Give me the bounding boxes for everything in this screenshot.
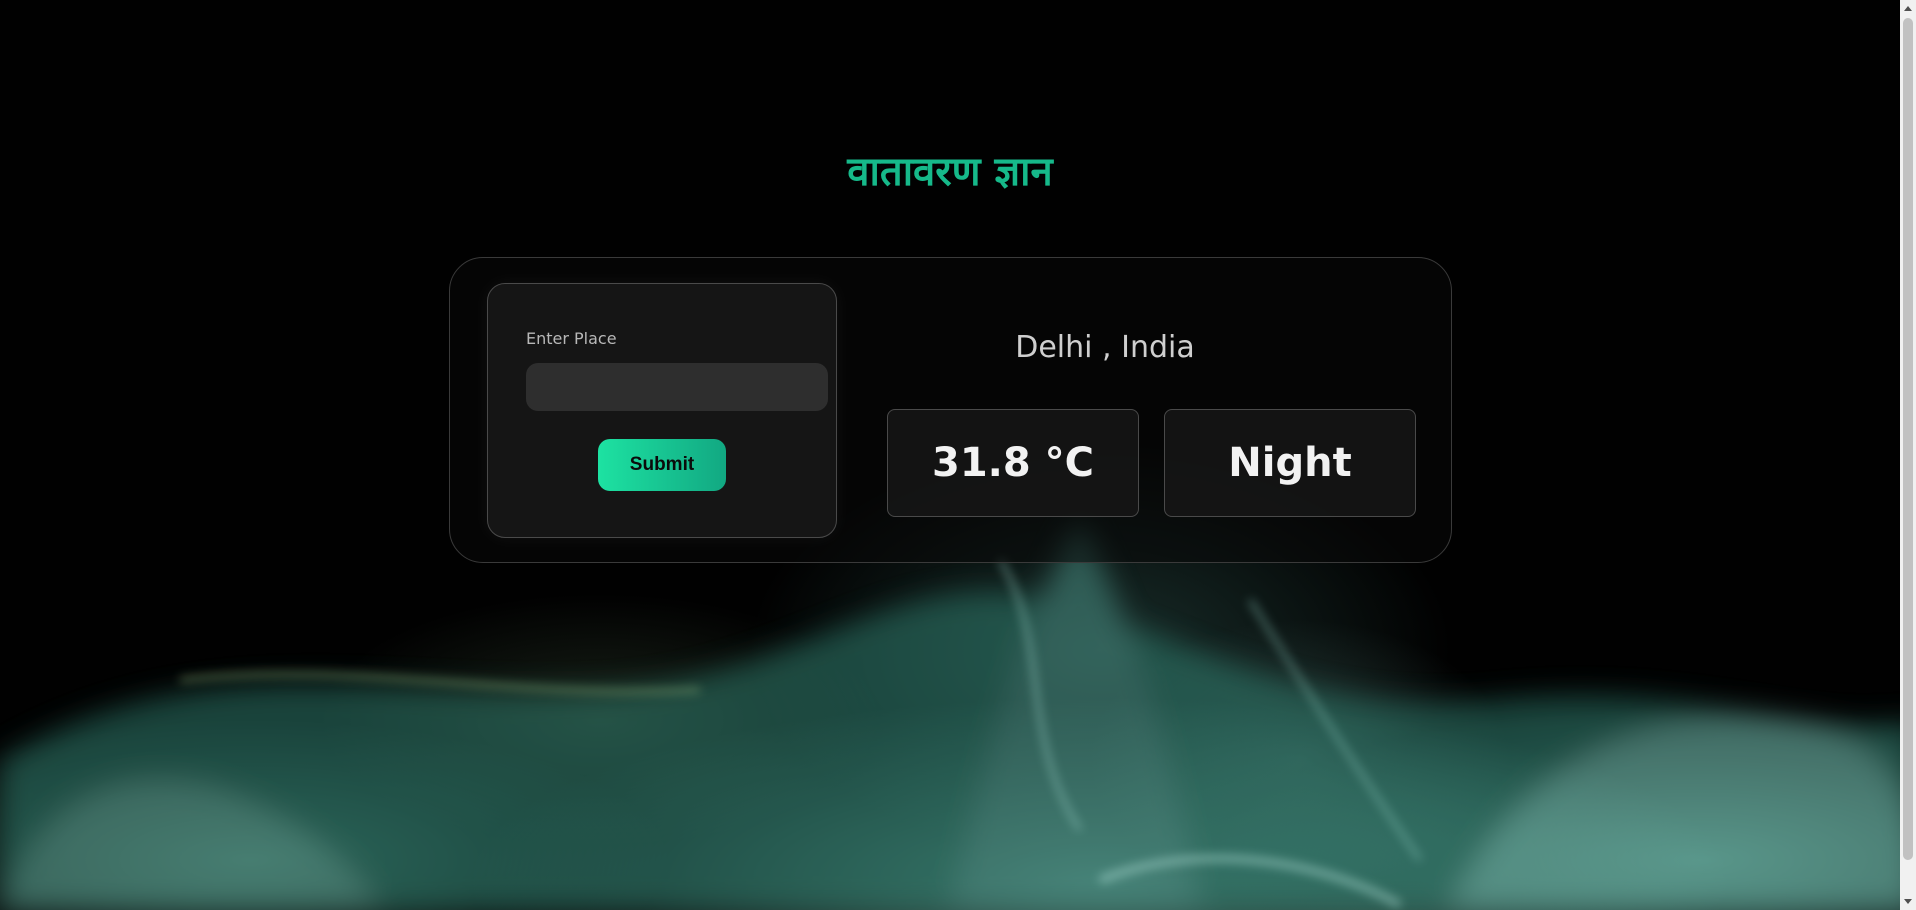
time-of-day-box: Night [1164, 409, 1416, 517]
enter-place-label: Enter Place [526, 329, 617, 348]
scroll-down-arrow-icon[interactable] [1904, 899, 1912, 904]
search-form-card: Enter Place Submit [487, 283, 837, 538]
scroll-thumb[interactable] [1903, 18, 1913, 860]
temperature-box: 31.8 °C [887, 409, 1139, 517]
app-title: वातावरण ज्ञान [847, 149, 1053, 195]
time-of-day-value: Night [1228, 440, 1352, 486]
temperature-value: 31.8 °C [932, 440, 1094, 486]
place-input[interactable] [526, 363, 828, 411]
vertical-scrollbar[interactable] [1900, 0, 1916, 910]
weather-card: Enter Place Submit Delhi , India 31.8 °C… [449, 257, 1452, 563]
page: वातावरण ज्ञान Enter Place Submit Delhi ,… [0, 0, 1916, 910]
location-text: Delhi , India [1015, 330, 1195, 365]
scroll-up-arrow-icon[interactable] [1904, 6, 1912, 11]
submit-button[interactable]: Submit [598, 439, 726, 491]
